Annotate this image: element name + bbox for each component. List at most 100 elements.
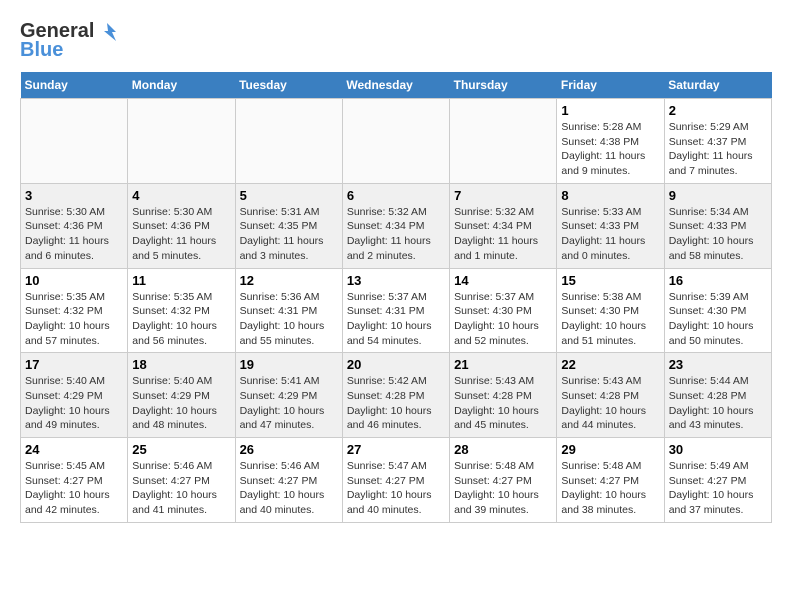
calendar-cell: 24 Sunrise: 5:45 AM Sunset: 4:27 PM Dayli… (21, 438, 128, 523)
calendar-cell: 29 Sunrise: 5:48 AM Sunset: 4:27 PM Dayli… (557, 438, 664, 523)
day-info: Sunrise: 5:47 AM Sunset: 4:27 PM Dayligh… (347, 459, 445, 518)
day-info: Sunrise: 5:32 AM Sunset: 4:34 PM Dayligh… (454, 205, 552, 264)
calendar-cell (342, 99, 449, 184)
day-number: 3 (25, 188, 123, 203)
calendar-cell: 30Sunrise: 5:49 AM Sunset: 4:27 PM Dayli… (664, 438, 771, 523)
calendar-cell: 17 Sunrise: 5:40 AM Sunset: 4:29 PM Dayli… (21, 353, 128, 438)
week-row: 17 Sunrise: 5:40 AM Sunset: 4:29 PM Dayli… (21, 353, 772, 438)
week-row: 10Sunrise: 5:35 AM Sunset: 4:32 PM Dayli… (21, 268, 772, 353)
weekday-header: Monday (128, 72, 235, 99)
day-info: Sunrise: 5:38 AM Sunset: 4:30 PM Dayligh… (561, 290, 659, 349)
day-number: 7 (454, 188, 552, 203)
day-number: 28 (454, 442, 552, 457)
calendar-cell (128, 99, 235, 184)
day-info: Sunrise: 5:32 AM Sunset: 4:34 PM Dayligh… (347, 205, 445, 264)
weekday-header: Thursday (450, 72, 557, 99)
calendar-cell: 21 Sunrise: 5:43 AM Sunset: 4:28 PM Dayli… (450, 353, 557, 438)
day-info: Sunrise: 5:31 AM Sunset: 4:35 PM Dayligh… (240, 205, 338, 264)
logo-bird-icon (96, 21, 118, 43)
calendar-cell: 5 Sunrise: 5:31 AM Sunset: 4:35 PM Daylig… (235, 183, 342, 268)
calendar-cell: 22 Sunrise: 5:43 AM Sunset: 4:28 PM Dayli… (557, 353, 664, 438)
calendar-cell: 4Sunrise: 5:30 AM Sunset: 4:36 PM Daylig… (128, 183, 235, 268)
calendar-table: SundayMondayTuesdayWednesdayThursdayFrid… (20, 72, 772, 523)
calendar-cell: 27Sunrise: 5:47 AM Sunset: 4:27 PM Dayli… (342, 438, 449, 523)
day-number: 22 (561, 357, 659, 372)
calendar-cell: 1Sunrise: 5:28 AM Sunset: 4:38 PM Daylig… (557, 99, 664, 184)
day-info: Sunrise: 5:34 AM Sunset: 4:33 PM Dayligh… (669, 205, 767, 264)
day-number: 5 (240, 188, 338, 203)
day-info: Sunrise: 5:39 AM Sunset: 4:30 PM Dayligh… (669, 290, 767, 349)
calendar-cell: 25 Sunrise: 5:46 AM Sunset: 4:27 PM Dayli… (128, 438, 235, 523)
day-number: 6 (347, 188, 445, 203)
day-info: Sunrise: 5:35 AM Sunset: 4:32 PM Dayligh… (132, 290, 230, 349)
day-info: Sunrise: 5:30 AM Sunset: 4:36 PM Dayligh… (25, 205, 123, 264)
weekday-header-row: SundayMondayTuesdayWednesdayThursdayFrid… (21, 72, 772, 99)
weekday-header: Sunday (21, 72, 128, 99)
calendar-cell: 12 Sunrise: 5:36 AM Sunset: 4:31 PM Dayli… (235, 268, 342, 353)
day-info: Sunrise: 5:46 AM Sunset: 4:27 PM Dayligh… (240, 459, 338, 518)
day-number: 11 (132, 273, 230, 288)
day-info: Sunrise: 5:35 AM Sunset: 4:32 PM Dayligh… (25, 290, 123, 349)
day-info: Sunrise: 5:42 AM Sunset: 4:28 PM Dayligh… (347, 374, 445, 433)
day-number: 8 (561, 188, 659, 203)
day-info: Sunrise: 5:44 AM Sunset: 4:28 PM Dayligh… (669, 374, 767, 433)
day-number: 2 (669, 103, 767, 118)
page-header: General Blue (20, 20, 772, 62)
day-number: 29 (561, 442, 659, 457)
day-number: 14 (454, 273, 552, 288)
day-number: 21 (454, 357, 552, 372)
day-number: 24 (25, 442, 123, 457)
day-info: Sunrise: 5:48 AM Sunset: 4:27 PM Dayligh… (561, 459, 659, 518)
week-row: 3 Sunrise: 5:30 AM Sunset: 4:36 PM Daylig… (21, 183, 772, 268)
calendar-cell: 7 Sunrise: 5:32 AM Sunset: 4:34 PM Daylig… (450, 183, 557, 268)
calendar-cell: 3 Sunrise: 5:30 AM Sunset: 4:36 PM Daylig… (21, 183, 128, 268)
day-info: Sunrise: 5:30 AM Sunset: 4:36 PM Dayligh… (132, 205, 230, 264)
calendar-cell (235, 99, 342, 184)
week-row: 1Sunrise: 5:28 AM Sunset: 4:38 PM Daylig… (21, 99, 772, 184)
day-info: Sunrise: 5:28 AM Sunset: 4:38 PM Dayligh… (561, 120, 659, 179)
day-info: Sunrise: 5:41 AM Sunset: 4:29 PM Dayligh… (240, 374, 338, 433)
calendar-cell: 26 Sunrise: 5:46 AM Sunset: 4:27 PM Dayli… (235, 438, 342, 523)
calendar-cell: 16 Sunrise: 5:39 AM Sunset: 4:30 PM Dayli… (664, 268, 771, 353)
calendar-cell: 14 Sunrise: 5:37 AM Sunset: 4:30 PM Dayli… (450, 268, 557, 353)
day-info: Sunrise: 5:37 AM Sunset: 4:30 PM Dayligh… (454, 290, 552, 349)
day-info: Sunrise: 5:48 AM Sunset: 4:27 PM Dayligh… (454, 459, 552, 518)
day-number: 13 (347, 273, 445, 288)
weekday-header: Saturday (664, 72, 771, 99)
calendar-cell: 13 Sunrise: 5:37 AM Sunset: 4:31 PM Dayli… (342, 268, 449, 353)
logo: General Blue (20, 20, 118, 62)
day-info: Sunrise: 5:29 AM Sunset: 4:37 PM Dayligh… (669, 120, 767, 179)
calendar-cell: 18Sunrise: 5:40 AM Sunset: 4:29 PM Dayli… (128, 353, 235, 438)
day-info: Sunrise: 5:43 AM Sunset: 4:28 PM Dayligh… (454, 374, 552, 433)
day-info: Sunrise: 5:46 AM Sunset: 4:27 PM Dayligh… (132, 459, 230, 518)
calendar-cell: 23Sunrise: 5:44 AM Sunset: 4:28 PM Dayli… (664, 353, 771, 438)
day-info: Sunrise: 5:33 AM Sunset: 4:33 PM Dayligh… (561, 205, 659, 264)
weekday-header: Tuesday (235, 72, 342, 99)
weekday-header: Wednesday (342, 72, 449, 99)
calendar-cell: 6 Sunrise: 5:32 AM Sunset: 4:34 PM Daylig… (342, 183, 449, 268)
day-number: 25 (132, 442, 230, 457)
logo-text-block: General Blue (20, 20, 118, 62)
day-number: 19 (240, 357, 338, 372)
day-number: 18 (132, 357, 230, 372)
calendar-cell: 15Sunrise: 5:38 AM Sunset: 4:30 PM Dayli… (557, 268, 664, 353)
calendar-cell: 2 Sunrise: 5:29 AM Sunset: 4:37 PM Daylig… (664, 99, 771, 184)
day-info: Sunrise: 5:40 AM Sunset: 4:29 PM Dayligh… (25, 374, 123, 433)
day-number: 16 (669, 273, 767, 288)
calendar-cell: 28 Sunrise: 5:48 AM Sunset: 4:27 PM Dayli… (450, 438, 557, 523)
day-info: Sunrise: 5:45 AM Sunset: 4:27 PM Dayligh… (25, 459, 123, 518)
day-number: 20 (347, 357, 445, 372)
logo-blue: Blue (20, 39, 63, 62)
calendar-cell: 9 Sunrise: 5:34 AM Sunset: 4:33 PM Daylig… (664, 183, 771, 268)
day-info: Sunrise: 5:37 AM Sunset: 4:31 PM Dayligh… (347, 290, 445, 349)
day-number: 12 (240, 273, 338, 288)
day-info: Sunrise: 5:43 AM Sunset: 4:28 PM Dayligh… (561, 374, 659, 433)
calendar-cell: 8 Sunrise: 5:33 AM Sunset: 4:33 PM Daylig… (557, 183, 664, 268)
calendar-cell (450, 99, 557, 184)
day-info: Sunrise: 5:36 AM Sunset: 4:31 PM Dayligh… (240, 290, 338, 349)
day-number: 9 (669, 188, 767, 203)
day-number: 17 (25, 357, 123, 372)
day-number: 26 (240, 442, 338, 457)
calendar-cell: 19 Sunrise: 5:41 AM Sunset: 4:29 PM Dayli… (235, 353, 342, 438)
day-info: Sunrise: 5:49 AM Sunset: 4:27 PM Dayligh… (669, 459, 767, 518)
